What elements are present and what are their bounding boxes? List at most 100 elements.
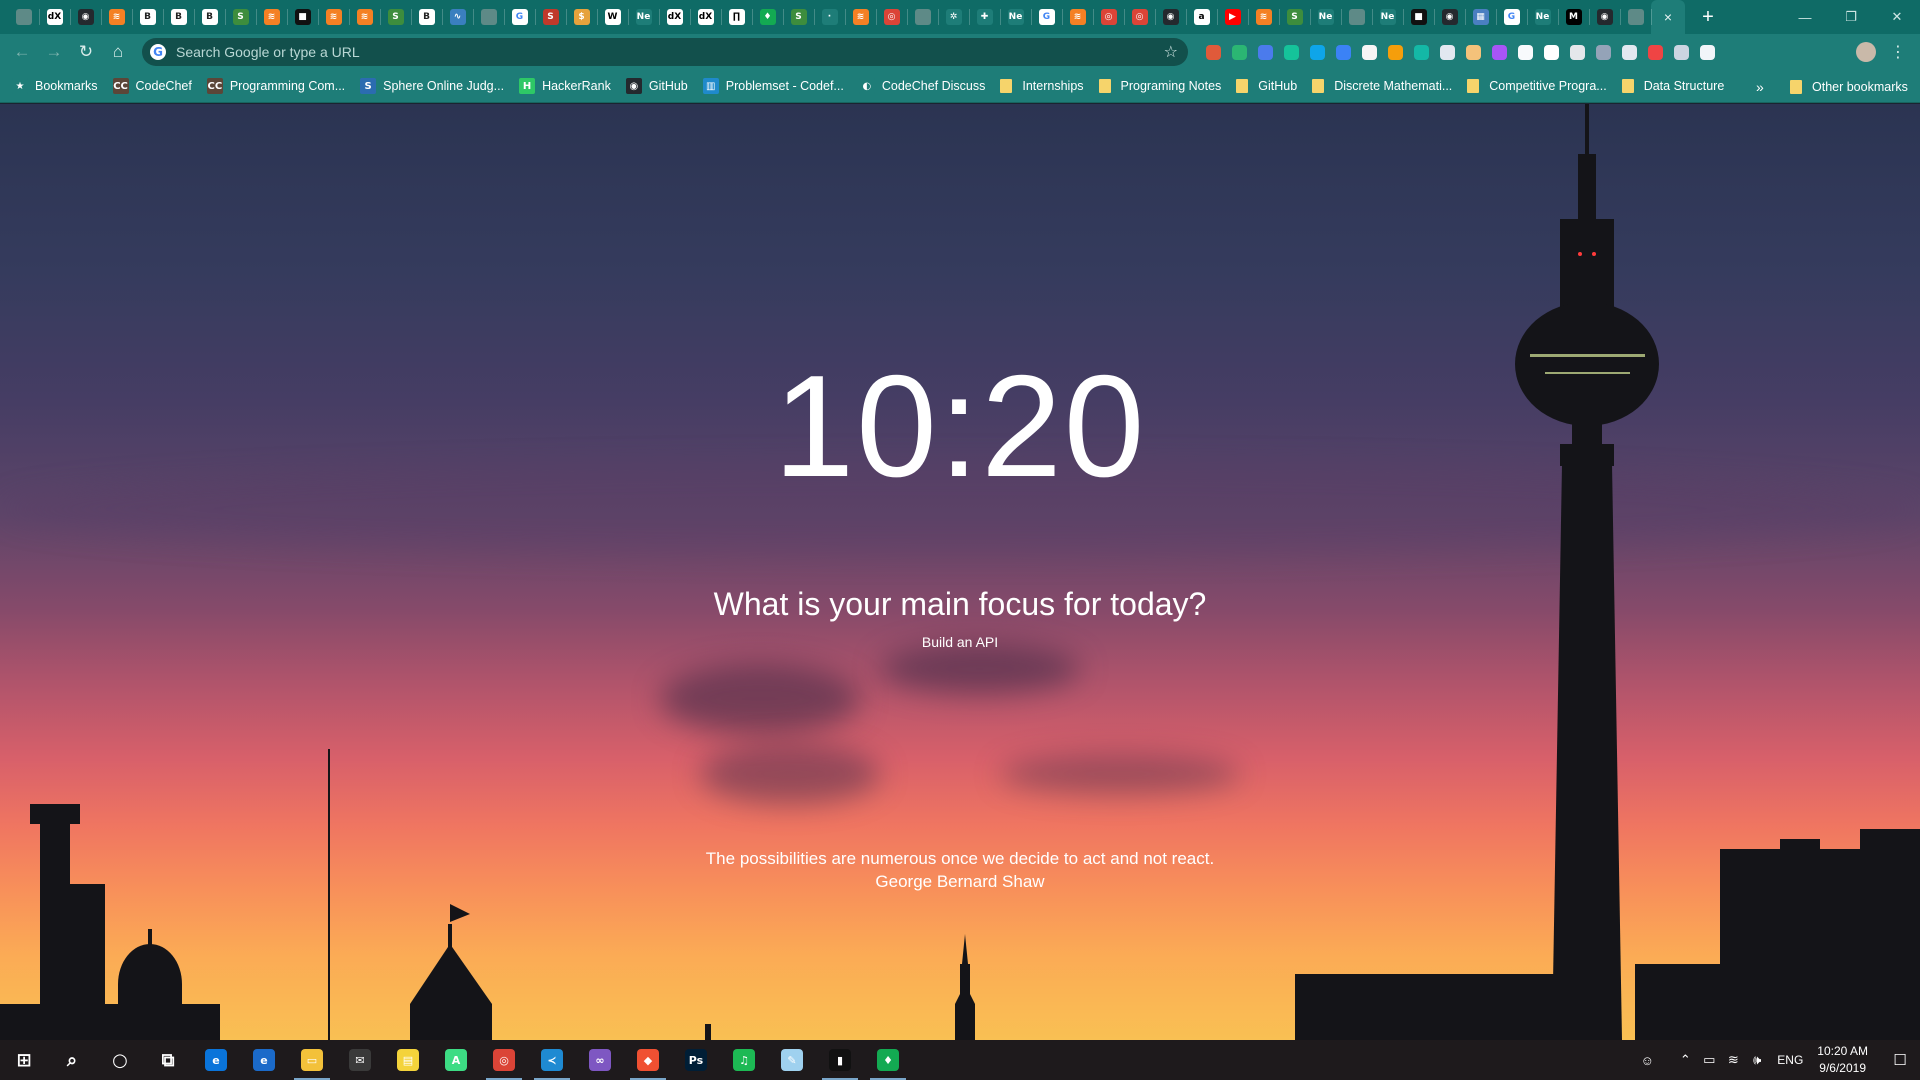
taskbar-button[interactable]: ⊞	[0, 1040, 48, 1080]
extension-icon[interactable]	[1304, 34, 1330, 70]
browser-tab[interactable]: Ne	[1527, 0, 1558, 34]
browser-tab[interactable]: ◉	[70, 0, 101, 34]
browser-tab[interactable]: ≋	[318, 0, 349, 34]
taskbar-button[interactable]: ○	[96, 1040, 144, 1080]
browser-tab[interactable]: ▦	[1465, 0, 1496, 34]
browser-tab[interactable]	[907, 0, 938, 34]
browser-tab[interactable]	[1341, 0, 1372, 34]
extension-icon[interactable]	[1226, 34, 1252, 70]
taskbar-button[interactable]: ♦	[864, 1040, 912, 1080]
extension-icon[interactable]	[1512, 34, 1538, 70]
browser-tab[interactable]: ■	[287, 0, 318, 34]
browser-tab[interactable]: ◉	[1589, 0, 1620, 34]
browser-tab[interactable]: ◎	[1093, 0, 1124, 34]
browser-tab[interactable]: dX	[659, 0, 690, 34]
other-bookmarks-folder[interactable]: Other bookmarks	[1790, 70, 1908, 103]
browser-tab[interactable]: S	[535, 0, 566, 34]
browser-tab[interactable]: W	[597, 0, 628, 34]
browser-tab[interactable]: ∿	[442, 0, 473, 34]
taskbar-button[interactable]: ⧉	[144, 1040, 192, 1080]
bookmark-folder[interactable]: Programing Notes	[1098, 70, 1221, 103]
taskbar-button[interactable]: ◎	[480, 1040, 528, 1080]
browser-tab[interactable]: ≋	[1062, 0, 1093, 34]
omnibox[interactable]: G Search Google or type a URL ☆	[142, 38, 1188, 66]
taskbar-button[interactable]: ▮	[816, 1040, 864, 1080]
browser-tab[interactable]: Ne	[628, 0, 659, 34]
browser-tab[interactable]: ✲	[938, 0, 969, 34]
browser-tab[interactable]: G	[504, 0, 535, 34]
browser-tab[interactable]: ≋	[349, 0, 380, 34]
home-button[interactable]: ⌂	[102, 36, 134, 68]
bookmark-item[interactable]: ◐ CodeChef Discuss	[858, 70, 985, 103]
close-window-button[interactable]: ✕	[1874, 0, 1920, 34]
extension-icon[interactable]	[1668, 34, 1694, 70]
browser-tab[interactable]: B	[411, 0, 442, 34]
taskbar-button[interactable]: e	[192, 1040, 240, 1080]
reload-button[interactable]: ↻	[70, 36, 102, 68]
extension-icon[interactable]	[1564, 34, 1590, 70]
extension-icon[interactable]	[1382, 34, 1408, 70]
focus-answer[interactable]: Build an API	[0, 634, 1920, 650]
browser-tab[interactable]: ♦	[752, 0, 783, 34]
browser-tab[interactable]: ≋	[101, 0, 132, 34]
extension-icon[interactable]	[1330, 34, 1356, 70]
taskbar-button[interactable]: ▤	[384, 1040, 432, 1080]
extension-icon[interactable]	[1252, 34, 1278, 70]
restore-button[interactable]: ❐	[1828, 0, 1874, 34]
browser-tab[interactable]: S	[783, 0, 814, 34]
battery-icon[interactable]: ▭	[1697, 1040, 1721, 1080]
extension-icon[interactable]	[1590, 34, 1616, 70]
bookmark-item[interactable]: H HackerRank	[519, 70, 611, 103]
extension-icon[interactable]	[1616, 34, 1642, 70]
browser-tab[interactable]: ◎	[876, 0, 907, 34]
extension-icon[interactable]	[1200, 34, 1226, 70]
browser-tab[interactable]: ◉	[1434, 0, 1465, 34]
browser-tab[interactable]: G	[1031, 0, 1062, 34]
extension-icon[interactable]	[1408, 34, 1434, 70]
browser-tab[interactable]: a	[1186, 0, 1217, 34]
show-hidden-icons-icon[interactable]: ⌃	[1673, 1040, 1697, 1080]
browser-tab[interactable]: ■	[1403, 0, 1434, 34]
taskbar-button[interactable]: ◆	[624, 1040, 672, 1080]
taskbar-button[interactable]: A	[432, 1040, 480, 1080]
extension-icon[interactable]	[1434, 34, 1460, 70]
minimize-button[interactable]: —	[1782, 0, 1828, 34]
taskbar-button[interactable]: ▭	[288, 1040, 336, 1080]
omnibox-placeholder[interactable]: Search Google or type a URL	[176, 44, 360, 60]
bookmark-star-icon[interactable]: ☆	[1164, 42, 1178, 62]
browser-tab[interactable]: B	[194, 0, 225, 34]
action-center-icon[interactable]: ☐	[1880, 1040, 1920, 1080]
bookmark-item[interactable]: ★ Bookmarks	[12, 70, 98, 103]
browser-tab[interactable]: Ne	[1310, 0, 1341, 34]
taskbar-button[interactable]: ✎	[768, 1040, 816, 1080]
bookmark-item[interactable]: CC CodeChef	[112, 70, 192, 103]
bookmark-folder[interactable]: Competitive Progra...	[1467, 70, 1607, 103]
browser-tab[interactable]	[1620, 0, 1651, 34]
browser-tab[interactable]: dX	[39, 0, 70, 34]
wifi-icon[interactable]: ≋	[1721, 1040, 1745, 1080]
browser-tab[interactable]: ≋	[256, 0, 287, 34]
bookmark-item[interactable]: S Sphere Online Judg...	[360, 70, 504, 103]
browser-tab[interactable]: S	[225, 0, 256, 34]
browser-tab[interactable]: B	[163, 0, 194, 34]
browser-tab[interactable]: B	[132, 0, 163, 34]
taskbar-button[interactable]: ⌕	[48, 1040, 96, 1080]
extension-icon[interactable]	[1538, 34, 1564, 70]
taskbar-button[interactable]: e	[240, 1040, 288, 1080]
browser-tab[interactable]: Ne	[1000, 0, 1031, 34]
bookmark-folder[interactable]: Discrete Mathemati...	[1312, 70, 1452, 103]
close-tab-icon[interactable]: ×	[1664, 9, 1672, 25]
taskbar-button[interactable]: ♫	[720, 1040, 768, 1080]
browser-tab[interactable]: ▶	[1217, 0, 1248, 34]
bookmark-folder[interactable]: GitHub	[1236, 70, 1297, 103]
browser-tab[interactable]: ✚	[969, 0, 1000, 34]
volume-icon[interactable]: 🕪	[1745, 1040, 1769, 1080]
browser-tab[interactable]	[473, 0, 504, 34]
extension-icon[interactable]	[1356, 34, 1382, 70]
browser-tab[interactable]: M	[1558, 0, 1589, 34]
back-button[interactable]: ←	[6, 36, 38, 68]
taskbar-button[interactable]: ≺	[528, 1040, 576, 1080]
browser-tab[interactable]: dX	[690, 0, 721, 34]
active-tab[interactable]: ×	[1651, 0, 1685, 34]
browser-tab[interactable]: S	[1279, 0, 1310, 34]
